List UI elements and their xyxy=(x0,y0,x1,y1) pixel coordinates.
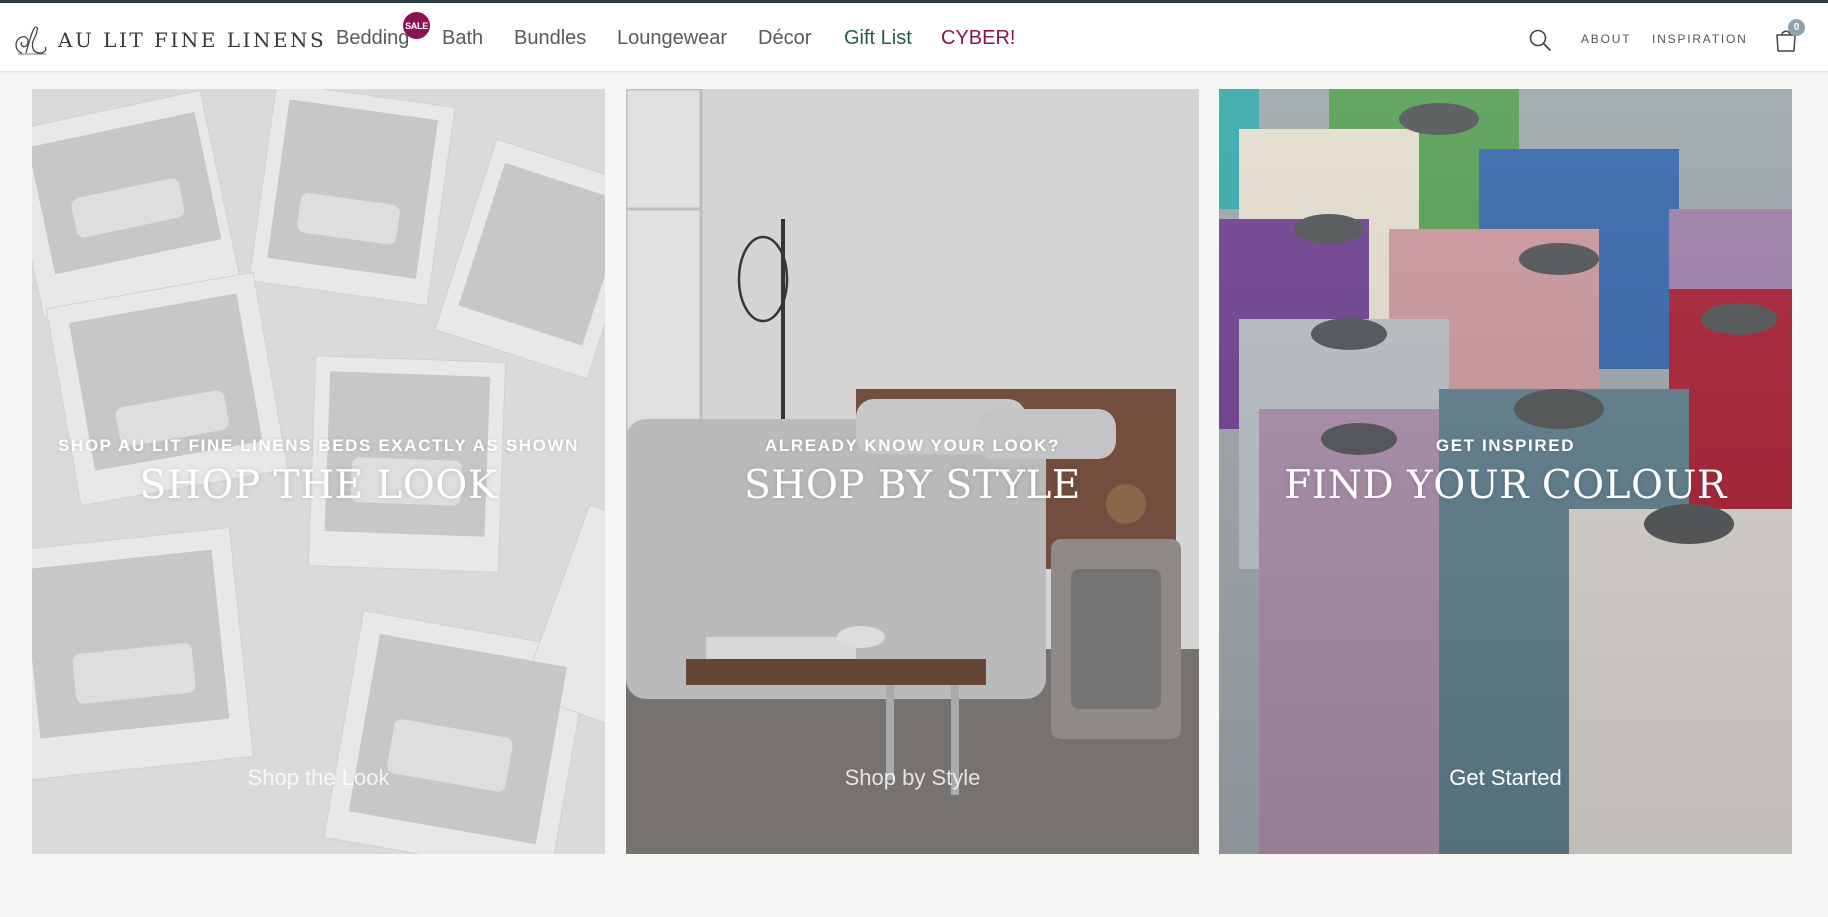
site-header: AU LIT FINE LINENS Bedding SALE Bath Bun… xyxy=(0,3,1828,72)
search-icon[interactable] xyxy=(1528,28,1552,52)
nav-cyber[interactable]: CYBER! xyxy=(941,26,1015,50)
tile-shop-by-style[interactable]: ALREADY KNOW YOUR LOOK? SHOP BY STYLE Sh… xyxy=(626,89,1199,854)
tile-shop-the-look[interactable]: SHOP AU LIT FINE LINENS BEDS EXACTLY AS … xyxy=(32,89,605,854)
get-started-button[interactable]: Get Started xyxy=(1219,765,1792,791)
nav-loungewear[interactable]: Loungewear xyxy=(617,26,727,50)
brand-monogram-icon xyxy=(15,26,47,55)
brand-logo[interactable]: AU LIT FINE LINENS xyxy=(12,23,326,57)
tile-eyebrow: GET INSPIRED xyxy=(1435,436,1576,455)
cart-count-badge: 0 xyxy=(1788,19,1805,36)
tile-eyebrow: ALREADY KNOW YOUR LOOK? xyxy=(765,436,1060,455)
sale-badge: SALE xyxy=(403,12,430,39)
tile-title: SHOP BY STYLE xyxy=(744,463,1081,508)
inspiration-link[interactable]: INSPIRATION xyxy=(1652,32,1748,46)
nav-gift-list[interactable]: Gift List xyxy=(844,26,912,50)
nav-bath[interactable]: Bath xyxy=(442,26,483,50)
tile-title: SHOP THE LOOK xyxy=(139,463,498,508)
brand-name: AU LIT FINE LINENS xyxy=(58,28,327,52)
shop-by-style-button[interactable]: Shop by Style xyxy=(626,765,1199,791)
shop-the-look-button[interactable]: Shop the Look xyxy=(32,765,605,791)
nav-bundles[interactable]: Bundles xyxy=(514,26,586,50)
about-link[interactable]: ABOUT xyxy=(1581,32,1631,46)
nav-decor[interactable]: Décor xyxy=(758,26,811,50)
tile-title: FIND YOUR COLOUR xyxy=(1284,463,1727,508)
tile-find-your-colour[interactable]: GET INSPIRED FIND YOUR COLOUR Get Starte… xyxy=(1219,89,1792,854)
nav-bedding[interactable]: Bedding xyxy=(336,26,409,50)
tile-eyebrow: SHOP AU LIT FINE LINENS BEDS EXACTLY AS … xyxy=(58,436,579,455)
